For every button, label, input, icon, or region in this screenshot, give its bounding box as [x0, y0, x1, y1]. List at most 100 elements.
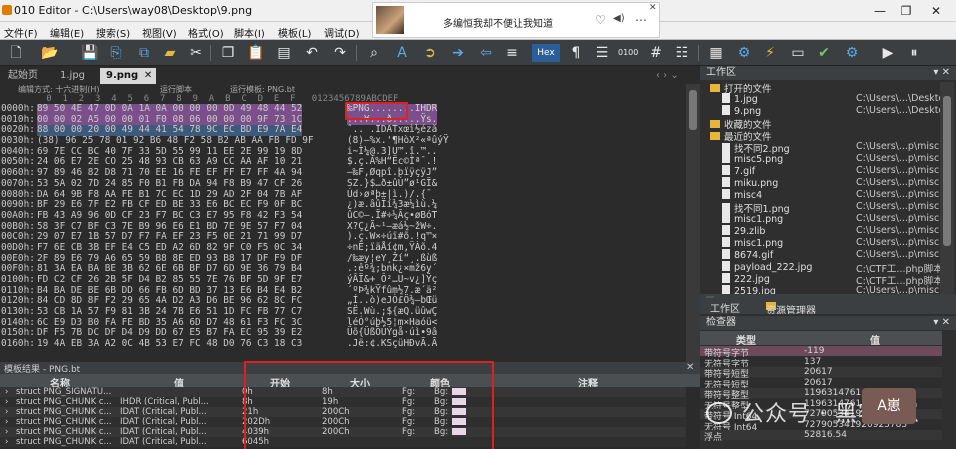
inspector-row[interactable]: 带符号字节 -119: [700, 346, 942, 359]
menu-search[interactable]: 搜索(S): [96, 25, 130, 40]
hex-calc-icon[interactable]: ⚙: [842, 43, 862, 63]
tab-start-page[interactable]: 起始页: [2, 68, 44, 84]
tab-1-jpg[interactable]: 1.jpg: [54, 68, 91, 84]
heart-icon[interactable]: ♡: [595, 13, 606, 27]
menu-file[interactable]: 文件(F): [4, 25, 38, 40]
workarea-file[interactable]: misc4: [722, 189, 762, 201]
tab-close-icon[interactable]: ✕: [144, 68, 152, 84]
workarea-scrollbar[interactable]: [940, 82, 954, 294]
menu-edit[interactable]: 编辑(E): [50, 25, 84, 40]
template-cell-name: struct PNG_CHUNK c...: [16, 427, 112, 437]
more-icon[interactable]: ⋯: [635, 13, 647, 27]
save-icon[interactable]: 💾: [80, 43, 100, 63]
menu-script[interactable]: 脚本(I): [234, 25, 265, 40]
expand-arrow-icon[interactable]: ›: [5, 417, 8, 427]
hex-text[interactable]: SZ.}$…ð±ûÚ”ø¹GÏ&: [347, 178, 437, 190]
hex-scrollbar[interactable]: [686, 84, 700, 362]
pilcrow-icon[interactable]: ¶: [566, 43, 586, 63]
find-icon[interactable]: ⌕: [364, 43, 384, 63]
paste-icon[interactable]: 📋: [246, 43, 266, 63]
col-inspector-value[interactable]: 值: [870, 332, 880, 347]
workarea-file[interactable]: misc1.png: [722, 213, 783, 225]
volume-icon[interactable]: ◀): [613, 13, 625, 24]
popup-close-icon[interactable]: ✕: [649, 3, 657, 13]
workarea-file[interactable]: 29.zlib: [722, 225, 765, 237]
menu-debug[interactable]: 调试(D): [324, 25, 360, 40]
menu-format[interactable]: 格式(O): [188, 25, 224, 40]
template-icon[interactable]: ▦: [706, 43, 726, 63]
minimize-button[interactable]: —: [868, 3, 892, 19]
new-file-icon[interactable]: 🗋: [6, 43, 26, 63]
columns-icon[interactable]: ☰: [592, 43, 612, 63]
workarea-file[interactable]: 9.png: [722, 105, 761, 117]
menu-template[interactable]: 模板(L): [278, 25, 311, 40]
inspector-row[interactable]: 无符号字节 137: [700, 356, 942, 370]
arrow-left-icon[interactable]: ⇦: [476, 43, 496, 63]
compare-icon[interactable]: ⚙: [734, 43, 754, 63]
expand-arrow-icon[interactable]: ›: [5, 387, 8, 397]
col-type[interactable]: 类型: [736, 332, 756, 347]
menu-lines-icon[interactable]: ☷: [672, 43, 692, 63]
folder-icon[interactable]: ▰: [160, 43, 180, 63]
binary-icon[interactable]: 0100: [618, 43, 638, 63]
workarea-folder[interactable]: 打开的文件: [710, 81, 772, 95]
workarea-folder[interactable]: 最近的文件: [710, 129, 772, 143]
paste-special-icon[interactable]: ▤: [274, 43, 294, 63]
hex-mode-button[interactable]: Hex: [532, 44, 560, 62]
editor-header: 编辑方式: 十六进制(H) 运行脚本 运行模板: PNG.bt: [0, 84, 686, 94]
tools-icon[interactable]: ✔: [814, 43, 834, 63]
workarea-file[interactable]: 8674.gif: [722, 249, 773, 261]
workarea-close-icon[interactable]: ▾ ✕: [933, 66, 950, 80]
hash-icon[interactable]: #: [646, 43, 666, 63]
hex-bytes[interactable]: FB 43 A9 96 0D CF 23 F7 BC C3 E7 95 F8 4…: [37, 210, 302, 222]
close-button[interactable]: ✕: [924, 3, 948, 19]
goto-icon[interactable]: ➲: [420, 43, 440, 63]
expand-arrow-icon[interactable]: ›: [5, 437, 8, 447]
hex-bytes[interactable]: 19 4A EB 3A A2 0C 4B 53 E7 FC 48 D0 76 C…: [37, 338, 302, 350]
workarea-file[interactable]: misc1.png: [722, 237, 783, 249]
inspector-icon[interactable]: ▭: [788, 43, 808, 63]
hex-bytes[interactable]: 53 5A 02 7D 24 85 F0 B1 FB DA 94 F8 B9 4…: [37, 178, 302, 190]
save-all-icon[interactable]: ⎘: [106, 43, 126, 63]
hex-view[interactable]: 0000h: 89 50 4E 47 0D 0A 1A 0A 00 00 00 0…: [0, 104, 686, 362]
redo-icon[interactable]: ↷: [330, 43, 350, 63]
workarea-file[interactable]: 找不同2.png: [722, 141, 790, 155]
expand-arrow-icon[interactable]: ›: [5, 427, 8, 437]
scroll-thumb[interactable]: [689, 90, 697, 130]
hex-row[interactable]: 00A0h: FB 43 A9 96 0D CF 23 F7 BC C3 E7 9…: [0, 210, 686, 222]
inspector-row[interactable]: 带符号短型 20617: [700, 367, 942, 380]
undo-icon[interactable]: ↶: [302, 43, 322, 63]
pause-icon[interactable]: ⏸: [904, 43, 924, 63]
workarea-file[interactable]: 222.jpg: [722, 273, 770, 285]
workarea-file[interactable]: misc5.png: [722, 153, 783, 165]
hex-row[interactable]: 0160h: 19 4A EB 3A A2 0C 4B 53 E7 FC 48 D…: [0, 338, 686, 350]
hex-text[interactable]: .Jë:¢.KSçüHÐvÃ.Ã: [347, 338, 437, 350]
menu-view[interactable]: 视图(V): [142, 25, 177, 40]
panel-close-icon[interactable]: ✕: [686, 362, 694, 373]
workarea-folder[interactable]: 收藏的文件: [710, 117, 772, 131]
replace-icon[interactable]: A: [392, 43, 412, 63]
open-folder-icon[interactable]: 📂: [40, 43, 60, 63]
copy-icon[interactable]: ⧉: [134, 43, 154, 63]
calc-icon[interactable]: ⚡: [760, 43, 780, 63]
hex-row[interactable]: 0070h: 53 5A 02 7D 24 85 F0 B1 FB DA 94 F…: [0, 178, 686, 190]
mode-icon[interactable]: ≡: [502, 43, 522, 63]
copy2-icon[interactable]: ❐: [218, 43, 238, 63]
workarea-file[interactable]: payload_222.jpg: [722, 261, 812, 273]
arrow-right-icon[interactable]: ➔: [448, 43, 468, 63]
tab-9-png[interactable]: 9.png ✕: [100, 68, 157, 84]
run-icon[interactable]: ▶: [878, 43, 898, 63]
expand-arrow-icon[interactable]: ›: [5, 407, 8, 417]
workarea-file[interactable]: 找不同1.png: [722, 201, 790, 215]
workarea-file[interactable]: 7.gif: [722, 165, 755, 177]
hex-text[interactable]: ûC©–.Ï#÷¼Ãç•øBóT: [347, 210, 437, 222]
tab-workarea[interactable]: 工作区: [706, 296, 740, 315]
tab-nav-icon[interactable]: ‹ › ⌄: [650, 68, 685, 84]
cut-icon[interactable]: ✂: [186, 43, 206, 63]
restore-button[interactable]: ❐: [894, 3, 918, 19]
scroll-thumb[interactable]: [943, 96, 951, 246]
expand-arrow-icon[interactable]: ›: [5, 397, 8, 407]
workarea-file[interactable]: miku.png: [722, 177, 778, 189]
inspector-close-icon[interactable]: ▾ ✕: [933, 316, 950, 330]
workarea-file[interactable]: 1.jpg: [722, 93, 758, 105]
